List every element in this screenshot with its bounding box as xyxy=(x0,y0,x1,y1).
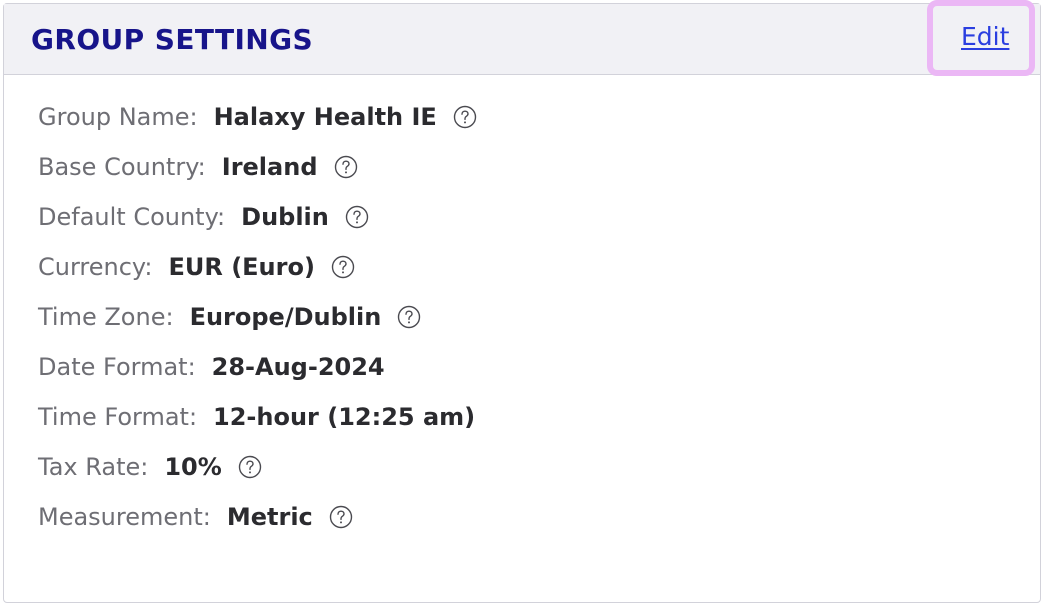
setting-row-group-name: Group Name: Halaxy Health IE xyxy=(38,92,1040,142)
setting-label: Date Format: xyxy=(38,353,196,381)
setting-value: Ireland xyxy=(221,153,318,181)
edit-link[interactable]: Edit xyxy=(961,22,1009,52)
setting-value: Dublin xyxy=(241,203,329,231)
question-circle-icon[interactable] xyxy=(345,205,369,229)
panel-title: GROUP SETTINGS xyxy=(31,23,314,56)
question-circle-icon[interactable] xyxy=(329,505,353,529)
setting-label: Time Format: xyxy=(38,403,198,431)
panel-header: GROUP SETTINGS xyxy=(4,4,1040,75)
setting-row-base-country: Base Country: Ireland xyxy=(38,142,1040,192)
setting-value: Europe/Dublin xyxy=(189,303,382,331)
question-circle-icon[interactable] xyxy=(331,255,355,279)
setting-row-date-format: Date Format: 28-Aug-2024 xyxy=(38,342,1040,392)
question-circle-icon[interactable] xyxy=(397,305,421,329)
setting-label: Default County: xyxy=(38,203,226,231)
setting-row-time-zone: Time Zone: Europe/Dublin xyxy=(38,292,1040,342)
question-circle-icon[interactable] xyxy=(334,155,358,179)
setting-value: 28-Aug-2024 xyxy=(211,353,385,381)
setting-label: Currency: xyxy=(38,253,153,281)
setting-row-tax-rate: Tax Rate: 10% xyxy=(38,442,1040,492)
setting-row-measurement: Measurement: Metric xyxy=(38,492,1040,542)
setting-label: Time Zone: xyxy=(38,303,174,331)
setting-label: Base Country: xyxy=(38,153,206,181)
setting-label: Tax Rate: xyxy=(38,453,149,481)
group-settings-panel: GROUP SETTINGS Group Name: Halaxy Health… xyxy=(3,3,1041,603)
setting-value: 10% xyxy=(164,453,222,481)
setting-row-time-format: Time Format: 12-hour (12:25 am) xyxy=(38,392,1040,442)
setting-label: Group Name: xyxy=(38,103,198,131)
setting-value: 12-hour (12:25 am) xyxy=(213,403,476,431)
setting-row-currency: Currency: EUR (Euro) xyxy=(38,242,1040,292)
setting-value: Metric xyxy=(226,503,313,531)
edit-highlight: Edit xyxy=(927,0,1035,76)
setting-label: Measurement: xyxy=(38,503,211,531)
setting-row-default-county: Default County: Dublin xyxy=(38,192,1040,242)
question-circle-icon[interactable] xyxy=(238,455,262,479)
setting-value: Halaxy Health IE xyxy=(213,103,437,131)
question-circle-icon[interactable] xyxy=(453,105,477,129)
setting-value: EUR (Euro) xyxy=(168,253,315,281)
settings-list: Group Name: Halaxy Health IE Base Countr… xyxy=(38,92,1040,542)
